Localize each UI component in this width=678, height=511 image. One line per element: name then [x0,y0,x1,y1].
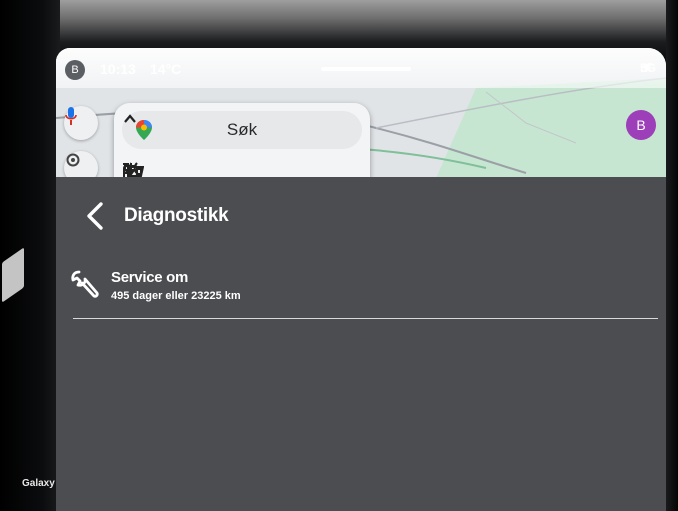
status-indicators: 5G [640,61,656,75]
search-label: Søk [226,120,258,139]
service-title: Service om [111,269,189,286]
divider [73,318,658,319]
wrench-icon [71,270,99,298]
status-temperature: 14°C [150,61,182,77]
status-time: 10:13 [100,61,136,77]
page-title: Diagnostikk [124,205,229,226]
microphone-icon [65,107,77,125]
status-handle [321,67,411,71]
search-bar[interactable]: Søk [122,111,362,149]
signal-icon [640,64,651,72]
service-detail: 495 dager eller 23225 km [111,290,241,302]
device-bezel-left [0,0,60,511]
diagnostics-panel: Diagnostikk Service om 495 dager eller 2… [56,177,666,511]
tablet-screen: B 10:13 14°C 5G [56,48,666,511]
status-avatar: B [65,60,85,80]
gear-icon [66,153,80,167]
back-button[interactable] [84,201,106,231]
microphone-button[interactable] [64,106,98,140]
chevron-up-icon[interactable] [122,111,138,127]
device-bezel-right [666,0,678,511]
map-view[interactable]: B 10:13 14°C 5G [56,48,666,203]
status-bar: B 10:13 14°C 5G [56,48,666,88]
user-avatar[interactable]: B [626,110,656,140]
